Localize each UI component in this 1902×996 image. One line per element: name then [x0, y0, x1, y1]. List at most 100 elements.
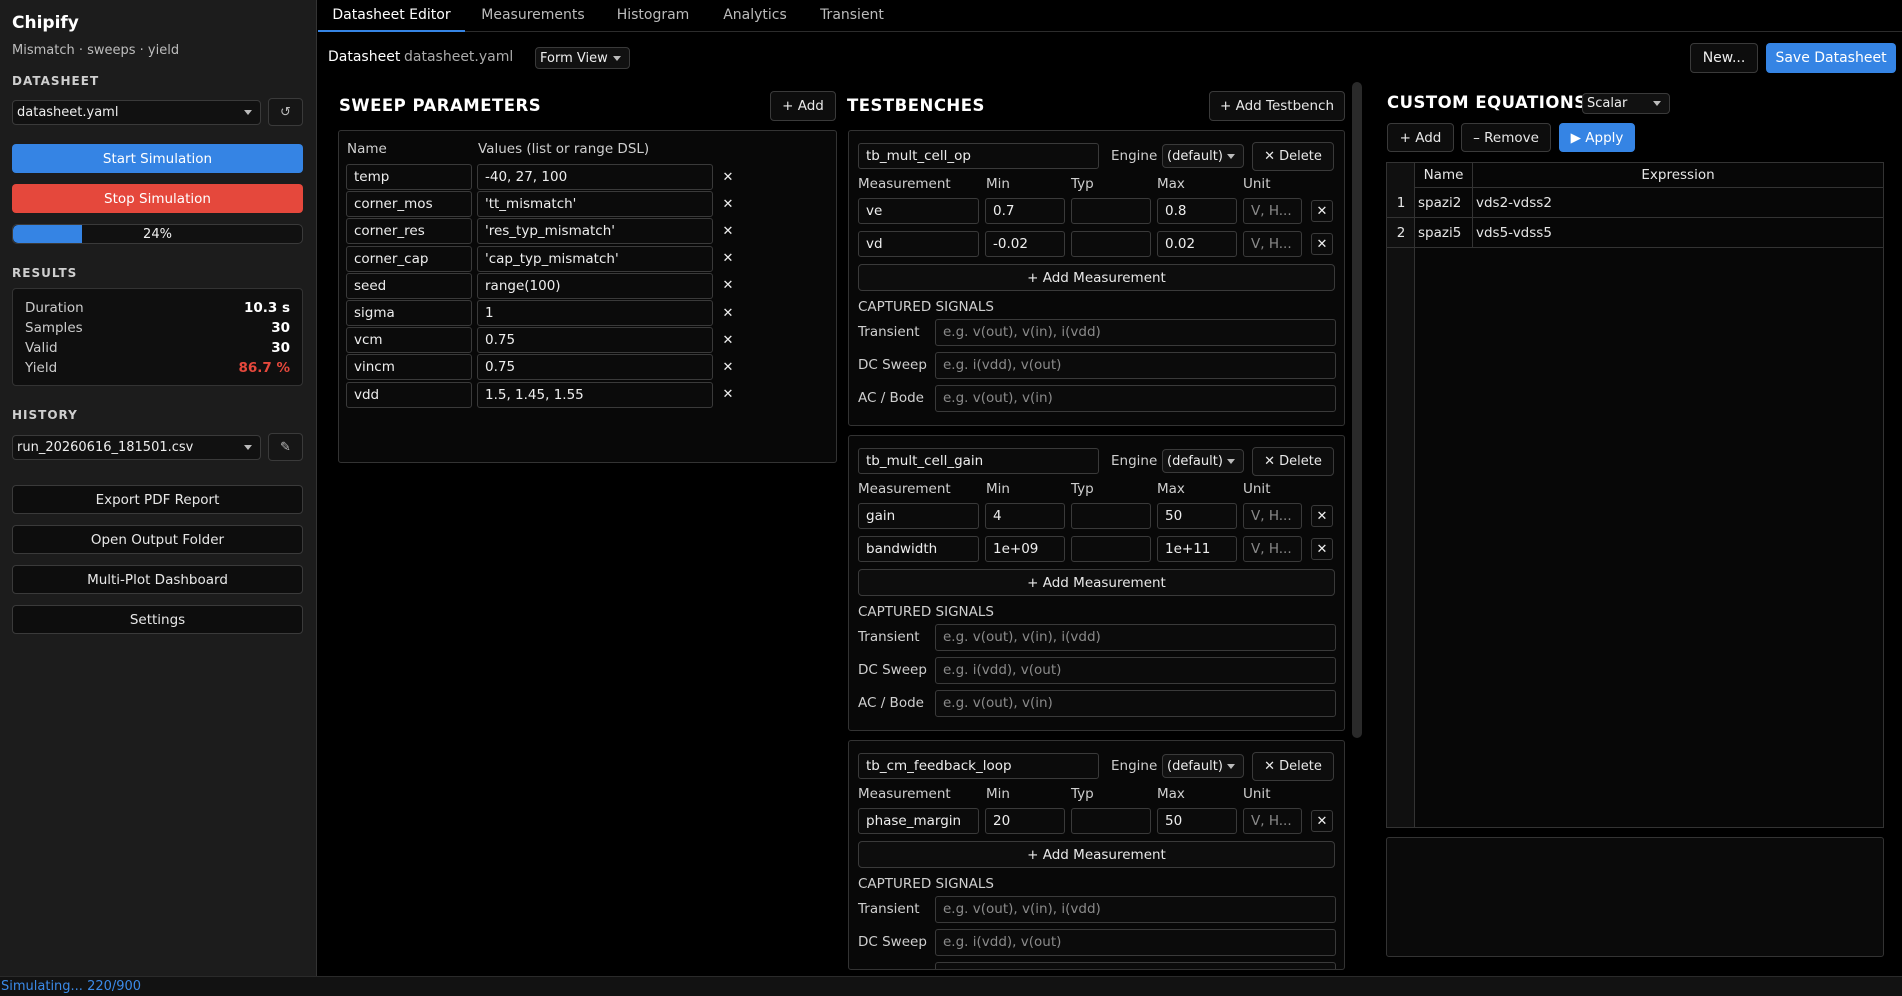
remove-equation-button[interactable]: – Remove — [1461, 123, 1551, 152]
measurement-max-input[interactable]: 50 — [1157, 808, 1237, 834]
sweep-name-input[interactable]: sigma — [346, 300, 472, 326]
sweep-values-input[interactable]: -40, 27, 100 — [477, 164, 713, 190]
refresh-button[interactable]: ↺ — [268, 98, 303, 126]
remove-measurement-button[interactable]: ✕ — [1311, 810, 1333, 832]
export-pdf-button[interactable]: Export PDF Report — [12, 485, 303, 514]
add-sweep-button[interactable]: + Add — [770, 91, 836, 121]
sweep-values-input[interactable]: 'res_typ_mismatch' — [477, 218, 713, 245]
add-measurement-button[interactable]: + Add Measurement — [858, 569, 1335, 596]
sweep-values-input[interactable]: range(100) — [477, 272, 713, 299]
measurement-name-input[interactable]: bandwidth — [858, 536, 979, 562]
delete-testbench-button[interactable]: ✕ Delete — [1252, 447, 1334, 476]
remove-sweep-row-button[interactable]: ✕ — [717, 193, 739, 215]
add-equation-button[interactable]: + Add — [1387, 123, 1454, 152]
remove-sweep-row-button[interactable]: ✕ — [717, 220, 739, 242]
tab-datasheet-editor[interactable]: Datasheet Editor — [318, 0, 465, 32]
add-measurement-button[interactable]: + Add Measurement — [858, 264, 1335, 291]
datasheet-select[interactable]: datasheet.yaml — [12, 100, 261, 125]
signal-input-dc-sweep[interactable]: e.g. i(vdd), v(out) — [935, 352, 1336, 379]
measurement-unit-input[interactable]: V, H... — [1243, 808, 1302, 834]
measurement-max-input[interactable]: 0.8 — [1157, 198, 1237, 224]
remove-sweep-row-button[interactable]: ✕ — [717, 302, 739, 324]
signal-input-dc-sweep[interactable]: e.g. i(vdd), v(out) — [935, 929, 1336, 956]
sweep-values-input[interactable]: 1.5, 1.45, 1.55 — [477, 381, 713, 408]
testbench-name-input[interactable]: tb_mult_cell_gain — [858, 448, 1099, 474]
remove-sweep-row-button[interactable]: ✕ — [717, 248, 739, 270]
sweep-values-input[interactable]: 0.75 — [477, 354, 713, 381]
sweep-name-input[interactable]: vdd — [346, 381, 472, 408]
stop-simulation-button[interactable]: Stop Simulation — [12, 184, 303, 213]
engine-select[interactable]: (default) — [1162, 144, 1244, 168]
signal-input-dc-sweep[interactable]: e.g. i(vdd), v(out) — [935, 657, 1336, 684]
measurement-unit-input[interactable]: V, H... — [1243, 198, 1302, 224]
equation-expression-cell[interactable]: vds5-vdss5 — [1473, 218, 1883, 248]
sweep-name-input[interactable]: vincm — [346, 354, 472, 381]
settings-button[interactable]: Settings — [12, 605, 303, 634]
add-measurement-button[interactable]: + Add Measurement — [858, 841, 1335, 868]
testbench-name-input[interactable]: tb_mult_cell_op — [858, 143, 1099, 169]
equation-mode-select[interactable]: Scalar — [1582, 93, 1670, 114]
multi-plot-dashboard-button[interactable]: Multi-Plot Dashboard — [12, 565, 303, 594]
measurement-min-input[interactable]: 4 — [985, 503, 1065, 529]
sweep-name-input[interactable]: seed — [346, 272, 472, 299]
open-output-folder-button[interactable]: Open Output Folder — [12, 525, 303, 554]
sweep-name-input[interactable]: corner_cap — [346, 245, 472, 272]
add-testbench-button[interactable]: + Add Testbench — [1209, 91, 1345, 121]
delete-testbench-button[interactable]: ✕ Delete — [1252, 142, 1334, 171]
measurement-name-input[interactable]: phase_margin — [858, 808, 979, 834]
measurement-max-input[interactable]: 1e+11 — [1157, 536, 1237, 562]
measurement-typ-input[interactable] — [1071, 808, 1151, 834]
tab-histogram[interactable]: Histogram — [601, 0, 705, 32]
sweep-name-input[interactable]: temp — [346, 164, 472, 190]
measurement-unit-input[interactable]: V, H... — [1243, 503, 1302, 529]
tab-analytics[interactable]: Analytics — [709, 0, 801, 32]
engine-select[interactable]: (default) — [1162, 754, 1244, 778]
measurement-name-input[interactable]: vd — [858, 231, 979, 257]
measurement-typ-input[interactable] — [1071, 503, 1151, 529]
measurement-min-input[interactable]: -0.02 — [985, 231, 1065, 257]
equation-name-cell[interactable]: spazi5 — [1415, 218, 1473, 248]
remove-measurement-button[interactable]: ✕ — [1311, 505, 1333, 527]
remove-measurement-button[interactable]: ✕ — [1311, 233, 1333, 255]
rename-history-button[interactable]: ✎ — [268, 433, 303, 461]
sweep-name-input[interactable]: corner_mos — [346, 191, 472, 218]
new-datasheet-button[interactable]: New... — [1690, 43, 1758, 73]
measurement-name-input[interactable]: gain — [858, 503, 979, 529]
signal-input-transient[interactable]: e.g. v(out), v(in), i(vdd) — [935, 896, 1336, 923]
delete-testbench-button[interactable]: ✕ Delete — [1252, 752, 1334, 781]
equation-expression-cell[interactable]: vds2-vdss2 — [1473, 188, 1883, 218]
measurement-max-input[interactable]: 50 — [1157, 503, 1237, 529]
remove-sweep-row-button[interactable]: ✕ — [717, 329, 739, 351]
testbench-name-input[interactable]: tb_cm_feedback_loop — [858, 753, 1099, 779]
measurement-min-input[interactable]: 20 — [985, 808, 1065, 834]
measurement-typ-input[interactable] — [1071, 536, 1151, 562]
measurement-unit-input[interactable]: V, H... — [1243, 536, 1302, 562]
signal-input-transient[interactable]: e.g. v(out), v(in), i(vdd) — [935, 319, 1336, 346]
apply-equations-button[interactable]: ▶ Apply — [1559, 123, 1635, 152]
remove-sweep-row-button[interactable]: ✕ — [717, 275, 739, 297]
remove-sweep-row-button[interactable]: ✕ — [717, 166, 739, 188]
tab-measurements[interactable]: Measurements — [469, 0, 597, 32]
signal-input-ac-bode[interactable]: e.g. v(out), v(in) — [935, 690, 1336, 717]
save-datasheet-button[interactable]: Save Datasheet — [1766, 43, 1896, 73]
measurement-min-input[interactable]: 0.7 — [985, 198, 1065, 224]
view-mode-select[interactable]: Form View — [535, 47, 630, 69]
tab-transient[interactable]: Transient — [805, 0, 899, 32]
measurement-name-input[interactable]: ve — [858, 198, 979, 224]
remove-sweep-row-button[interactable]: ✕ — [717, 356, 739, 378]
equation-name-cell[interactable]: spazi2 — [1415, 188, 1473, 218]
signal-input-ac-bode[interactable]: e.g. v(out), v(in) — [935, 385, 1336, 412]
remove-measurement-button[interactable]: ✕ — [1311, 538, 1333, 560]
measurement-min-input[interactable]: 1e+09 — [985, 536, 1065, 562]
sweep-name-input[interactable]: corner_res — [346, 218, 472, 245]
signal-input-ac-bode[interactable]: e.g. v(out), v(in) — [935, 962, 1336, 969]
start-simulation-button[interactable]: Start Simulation — [12, 144, 303, 173]
sweep-values-input[interactable]: 'cap_typ_mismatch' — [477, 245, 713, 272]
sweep-values-input[interactable]: 1 — [477, 300, 713, 326]
history-select[interactable]: run_20260616_181501.csv — [12, 435, 261, 460]
measurement-typ-input[interactable] — [1071, 231, 1151, 257]
sweep-name-input[interactable]: vcm — [346, 327, 472, 354]
signal-input-transient[interactable]: e.g. v(out), v(in), i(vdd) — [935, 624, 1336, 651]
testbench-scrollbar[interactable] — [1352, 82, 1362, 738]
sweep-values-input[interactable]: 'tt_mismatch' — [477, 191, 713, 218]
